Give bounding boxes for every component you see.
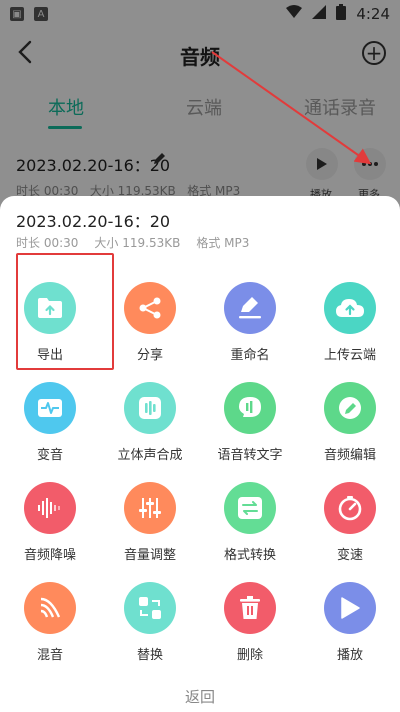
format-convert-icon [224,482,276,534]
action-delete[interactable]: 删除 [200,582,300,682]
action-play[interactable]: 播放 [300,582,400,682]
volume-adjust-icon [124,482,176,534]
action-label: 音量调整 [123,548,176,563]
action-label: 立体声合成 [117,448,183,463]
action-label: 语音转文字 [217,448,283,463]
stereo-mix-icon [124,382,176,434]
action-label: 变速 [336,548,363,563]
sheet-meta: 时长 00:30 大小 119.53KB 格式 MP3 [16,234,249,251]
action-label: 音频降噪 [23,548,76,563]
delete-icon [224,582,276,634]
action-mix[interactable]: 混音 [0,582,100,682]
action-label: 播放 [336,648,363,663]
action-speed[interactable]: 变速 [300,482,400,582]
speed-icon [324,482,376,534]
action-label: 删除 [236,648,263,663]
action-share[interactable]: 分享 [100,282,200,382]
noise-reduction-icon [24,482,76,534]
action-stereo-mix[interactable]: 立体声合成 [100,382,200,482]
action-label: 上传云端 [323,348,376,363]
action-label: 音频编辑 [323,448,376,463]
action-label: 重命名 [230,348,270,363]
action-label: 替换 [136,648,163,663]
action-voice-change[interactable]: 变音 [0,382,100,482]
action-rename[interactable]: 重命名 [200,282,300,382]
action-noise-reduction[interactable]: 音频降噪 [0,482,100,582]
play-icon [324,582,376,634]
sheet-format: 格式 MP3 [196,236,250,250]
mix-icon [24,582,76,634]
speech-to-text-icon [224,382,276,434]
sheet-duration: 时长 00:30 [16,236,79,250]
rename-icon [224,282,276,334]
action-label: 混音 [36,648,63,663]
replace-icon [124,582,176,634]
action-label: 变音 [36,448,63,463]
voice-change-icon [24,382,76,434]
action-speech-to-text[interactable]: 语音转文字 [200,382,300,482]
cloud-upload-icon [324,282,376,334]
audio-edit-icon [324,382,376,434]
action-volume-adjust[interactable]: 音量调整 [100,482,200,582]
return-button[interactable]: 返回 [0,686,400,712]
share-icon [124,282,176,334]
annotation-highlight-box [16,253,114,370]
sheet-size: 大小 119.53KB [94,236,181,250]
action-replace[interactable]: 替换 [100,582,200,682]
action-label: 分享 [136,348,163,363]
action-label: 格式转换 [223,548,276,563]
sheet-title: 2023.02.20-16：20 [16,212,171,231]
action-format-convert[interactable]: 格式转换 [200,482,300,582]
action-audio-edit[interactable]: 音频编辑 [300,382,400,482]
action-upload-cloud[interactable]: 上传云端 [300,282,400,382]
